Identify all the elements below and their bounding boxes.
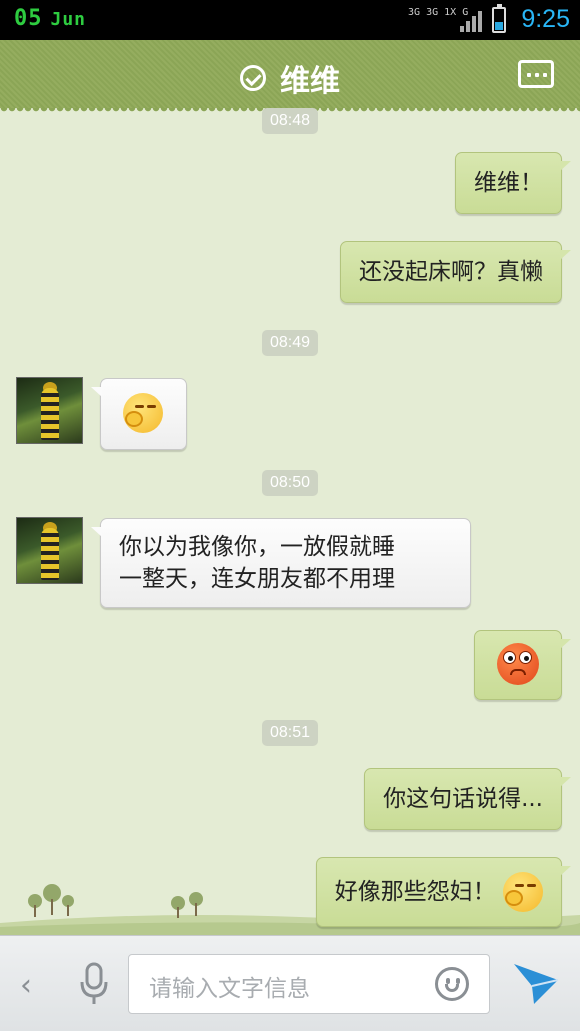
signal-icon — [460, 10, 482, 32]
avatar[interactable] — [16, 377, 83, 444]
timestamp: 08:48 — [0, 108, 580, 134]
timestamp-label: 08:50 — [261, 470, 319, 496]
message-bubble-outgoing[interactable] — [474, 630, 571, 700]
shy-face-icon — [123, 393, 163, 433]
chevron-left-icon[interactable]: ‹ — [20, 968, 32, 1003]
message-input-placeholder: 请输入文字信息 — [149, 976, 310, 1002]
timestamp: 08:49 — [0, 330, 580, 356]
message-text: 维维！ — [474, 170, 543, 196]
timestamp: 08:50 — [0, 470, 580, 496]
battery-fill — [495, 22, 503, 30]
microphone-icon[interactable] — [78, 962, 110, 1006]
message-input[interactable]: 请输入文字信息 — [128, 954, 490, 1014]
timestamp-label: 08:48 — [261, 108, 319, 134]
timestamp: 08:51 — [0, 720, 580, 746]
page-title: 维维 — [280, 64, 340, 99]
title-wrap: 维维 — [0, 56, 580, 100]
message-text: 你这句话说得... — [383, 786, 543, 812]
network-label: 1X — [444, 7, 457, 18]
status-month: Jun — [50, 9, 87, 30]
battery-icon — [492, 4, 506, 33]
timestamp-label: 08:51 — [261, 720, 319, 746]
avatar[interactable] — [16, 517, 83, 584]
message-bubble-outgoing[interactable]: 还没起床啊？真懒 — [340, 241, 571, 303]
status-bar: 05 Jun 3G 3G 1X G 9:25 — [0, 0, 580, 40]
shy-face-icon — [503, 872, 543, 912]
chat-area[interactable]: 08:48 维维！ 还没起床啊？真懒 08:49 08:50 你以为我像你，一放… — [0, 108, 580, 935]
network-label: 3G — [408, 7, 421, 18]
status-date: 05 Jun — [14, 6, 86, 31]
status-day: 05 — [14, 6, 43, 31]
message-bubble-outgoing[interactable]: 维维！ — [455, 152, 571, 214]
timestamp-label: 08:49 — [261, 330, 319, 356]
message-text: 你以为我像你，一放假就睡 — [119, 534, 395, 560]
emoji-smile-icon[interactable] — [435, 967, 469, 1001]
message-text: 好像那些怨妇！ — [334, 879, 496, 905]
message-bubble-incoming[interactable]: 你以为我像你，一放假就睡 一整天，连女朋友都不用理 — [91, 518, 471, 608]
status-time: 9:25 — [521, 5, 570, 33]
title-bar: 维维 — [0, 40, 580, 114]
message-text: 一整天，连女朋友都不用理 — [119, 566, 395, 592]
input-bar: ‹ 请输入文字信息 — [0, 935, 580, 1031]
message-text: 还没起床啊？真懒 — [359, 259, 543, 285]
check-circle-icon — [240, 65, 266, 91]
message-bubble-outgoing[interactable]: 好像那些怨妇！ — [315, 857, 572, 927]
network-label: 3G — [426, 7, 439, 18]
send-icon[interactable] — [512, 960, 560, 1006]
message-bubble-incoming[interactable] — [91, 378, 187, 450]
more-options-icon[interactable] — [518, 60, 554, 88]
angry-face-icon — [497, 643, 539, 685]
message-bubble-outgoing[interactable]: 你这句话说得... — [364, 768, 571, 830]
